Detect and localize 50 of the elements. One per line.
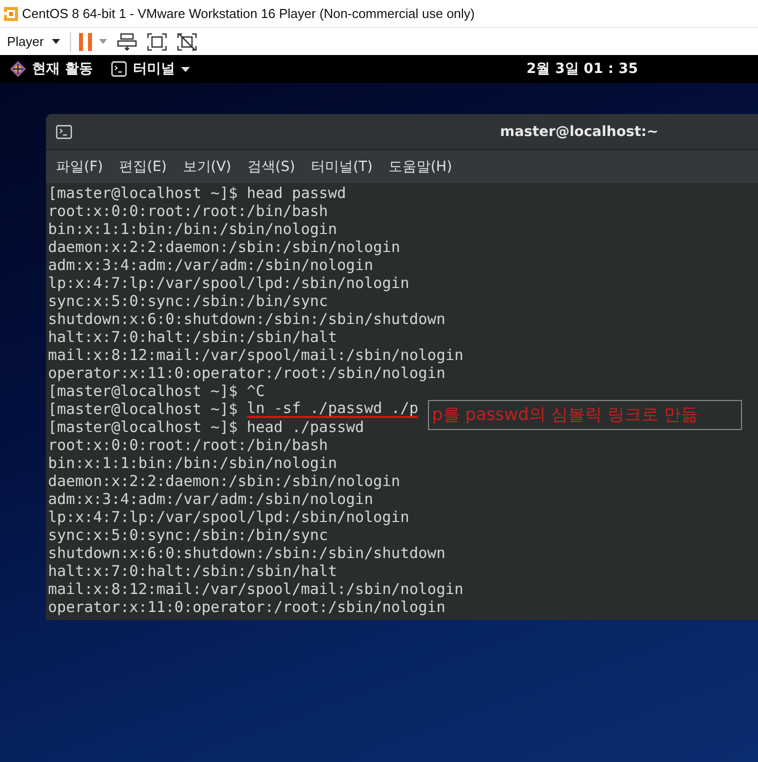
output-line: sync:x:5:0:sync:/sbin:/bin/sync (48, 526, 328, 544)
pause-icon[interactable] (78, 32, 93, 50)
fullscreen-icon[interactable] (146, 32, 167, 50)
shell-prompt: [master@localhost ~]$ (48, 418, 239, 436)
shell-prompt: [master@localhost ~]$ (48, 184, 239, 202)
activities-button[interactable]: 현재 활동 (10, 60, 93, 78)
output-line: operator:x:11:0:operator:/root:/sbin/nologin (48, 598, 446, 616)
menu-item[interactable]: 보기(V) (178, 156, 236, 178)
logo-icon (10, 61, 26, 77)
menu-item[interactable]: 편집(E) (114, 156, 171, 178)
output-line: bin:x:1:1:bin:/bin:/sbin/nologin (48, 454, 337, 472)
shell-prompt: [master@localhost ~]$ (48, 400, 239, 418)
output-line: halt:x:7:0:halt:/sbin:/sbin/halt (48, 562, 337, 580)
window-title: CentOS 8 64-bit 1 - VMware Workstation 16 Player (Non-commercial use only) (22, 6, 475, 21)
output-line: sync:x:5:0:sync:/sbin:/bin/sync (48, 292, 328, 310)
output-line: root:x:0:0:root:/root:/bin/bash (48, 202, 328, 220)
app-menu-button[interactable]: 터미널 (110, 60, 190, 78)
output-line: shutdown:x:6:0:shutdown:/sbin:/sbin/shutdown (48, 310, 446, 328)
output-line: lp:x:4:7:lp:/var/spool/lpd:/sbin/nologin (48, 274, 410, 292)
terminal-icon (56, 124, 72, 138)
terminal-title: master@localhost:~ (500, 124, 658, 140)
output-line: bin:x:1:1:bin:/bin:/sbin/nologin (48, 220, 337, 238)
terminal-icon (110, 61, 127, 77)
output-line: daemon:x:2:2:daemon:/sbin:/sbin/nologin (48, 238, 400, 256)
annotation-note: p를 passwd의 심볼릭 링크로 만듦 (428, 400, 742, 430)
output-line: adm:x:3:4:adm:/var/adm:/sbin/nologin (48, 490, 374, 508)
caret-icon[interactable] (98, 39, 107, 44)
output-line: lp:x:4:7:lp:/var/spool/lpd:/sbin/nologin (48, 508, 410, 526)
output-line: daemon:x:2:2:daemon:/sbin:/sbin/nologin (48, 472, 400, 490)
shell-prompt: [master@localhost ~]$ (48, 382, 239, 400)
command-text: ln -sf ./passwd ./p (246, 400, 418, 418)
player-menu-button[interactable]: Player (3, 32, 64, 51)
app-logo-icon (3, 6, 19, 22)
output-line: shutdown:x:6:0:shutdown:/sbin:/sbin/shutdown (48, 544, 446, 562)
output-line: adm:x:3:4:adm:/var/adm:/sbin/nologin (48, 256, 374, 274)
caret-icon (180, 66, 190, 72)
clock[interactable]: 2월 3일 01 : 35 (526, 60, 638, 78)
menu-item[interactable]: 터미널(T) (307, 156, 377, 178)
caret-icon (52, 39, 60, 44)
menu-item[interactable]: 검색(S) (243, 156, 300, 178)
output-line: mail:x:8:12:mail:/var/spool/mail:/sbin/nologin (48, 580, 464, 598)
menu-item[interactable]: 도움말(H) (384, 156, 456, 178)
output-line: operator:x:11:0:operator:/root:/sbin/nologin (48, 364, 446, 382)
menu-item[interactable]: 파일(F) (52, 156, 107, 178)
output-line: root:x:0:0:root:/root:/bin/bash (48, 436, 328, 454)
command-text: head passwd (246, 184, 346, 202)
output-line: halt:x:7:0:halt:/sbin:/sbin/halt (48, 328, 337, 346)
command-text: head ./passwd (246, 418, 364, 436)
output-line: mail:x:8:12:mail:/var/spool/mail:/sbin/nologin (48, 346, 464, 364)
command-text: ^C (246, 382, 265, 400)
